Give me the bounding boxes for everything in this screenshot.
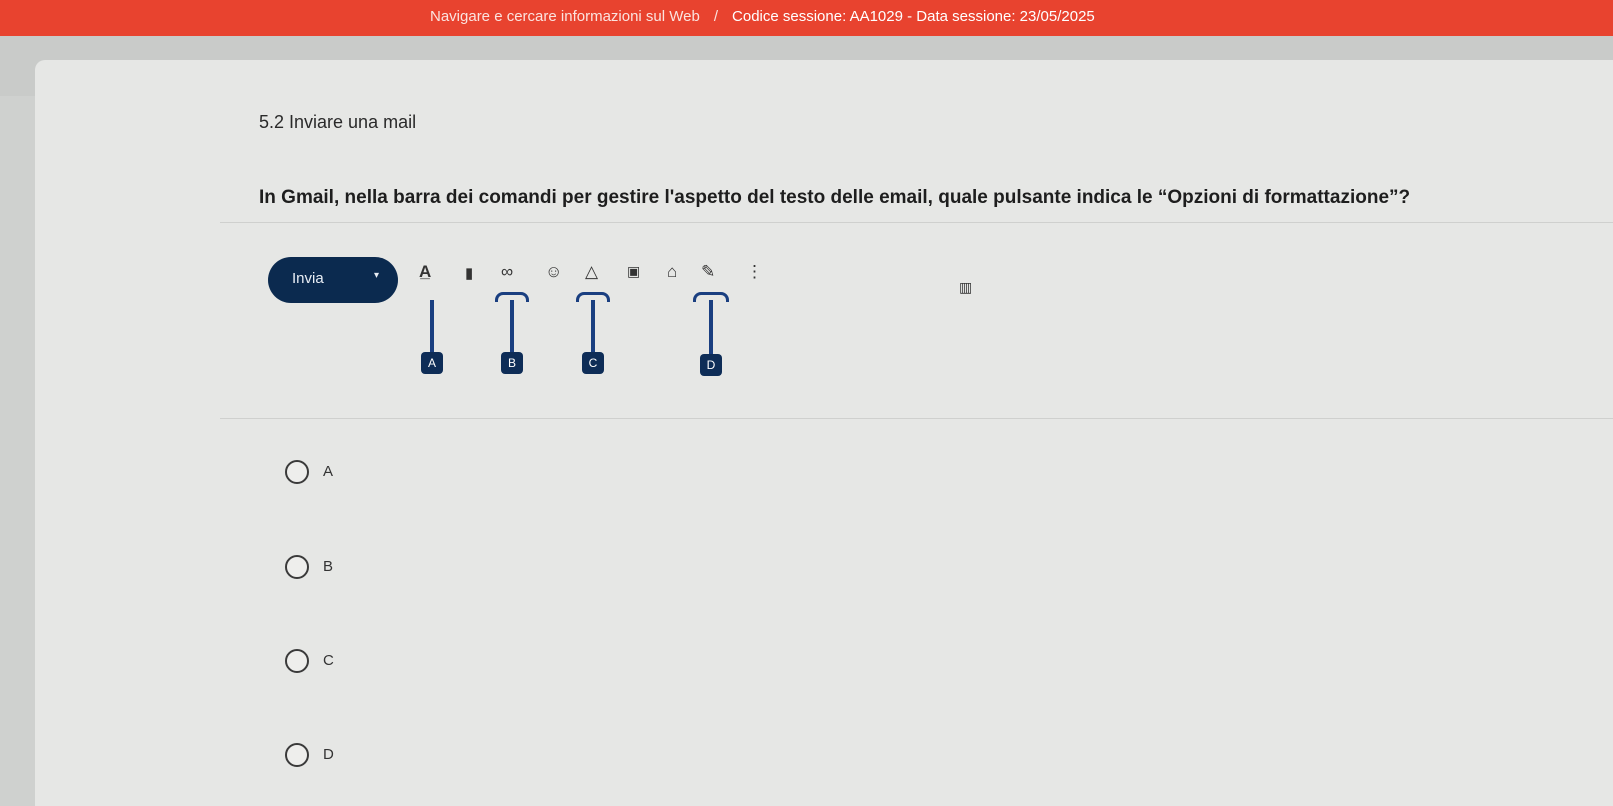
session-info: Codice sessione: AA1029 - Data sessione:… bbox=[732, 8, 1095, 25]
signature-pen-icon: ✎ bbox=[701, 262, 716, 281]
send-button: Invia ▾ bbox=[268, 257, 398, 303]
breadcrumb-separator: / bbox=[713, 8, 719, 25]
option-a-radio[interactable] bbox=[285, 460, 309, 484]
callout-c-line bbox=[591, 300, 595, 352]
section-title: 5.2 Inviare una mail bbox=[259, 112, 417, 132]
option-d-radio[interactable] bbox=[285, 743, 309, 767]
divider-bottom bbox=[220, 418, 1613, 419]
callout-b-line bbox=[510, 300, 514, 352]
option-c-label[interactable]: C bbox=[323, 652, 334, 669]
attachment-icon: ▮ bbox=[465, 265, 474, 282]
format-text-icon: A̲ bbox=[419, 262, 432, 281]
callout-b-badge: B bbox=[501, 352, 523, 374]
breadcrumb-module: Navigare e cercare informazioni sul Web bbox=[430, 8, 700, 25]
emoji-icon: ☺ bbox=[545, 262, 563, 281]
drive-icon: △ bbox=[585, 262, 599, 281]
option-b-radio[interactable] bbox=[285, 555, 309, 579]
top-header-bar: Navigare e cercare informazioni sul Web /… bbox=[0, 0, 1613, 36]
callout-c-badge: C bbox=[582, 352, 604, 374]
divider-top bbox=[220, 222, 1613, 223]
confidential-lock-icon: ⌂ bbox=[667, 262, 678, 281]
more-options-icon: ⋮ bbox=[746, 262, 763, 281]
send-options-caret-icon: ▾ bbox=[374, 270, 380, 281]
callout-a-badge: A bbox=[421, 352, 443, 374]
breadcrumb: Navigare e cercare informazioni sul Web /… bbox=[430, 8, 1095, 25]
link-icon: ∞ bbox=[501, 262, 514, 281]
question-panel bbox=[35, 60, 1613, 806]
option-c-radio[interactable] bbox=[285, 649, 309, 673]
callout-d-badge: D bbox=[700, 354, 722, 376]
send-button-label: Invia bbox=[292, 270, 324, 287]
photo-icon: ▣ bbox=[627, 263, 641, 279]
callout-d-line bbox=[709, 300, 713, 354]
option-d-label[interactable]: D bbox=[323, 746, 334, 763]
callout-a-line bbox=[430, 300, 434, 352]
option-b-label[interactable]: B bbox=[323, 558, 333, 575]
discard-trash-icon: ▥ bbox=[959, 279, 973, 295]
option-a-label[interactable]: A bbox=[323, 463, 333, 480]
question-text: In Gmail, nella barra dei comandi per ge… bbox=[259, 187, 1411, 208]
